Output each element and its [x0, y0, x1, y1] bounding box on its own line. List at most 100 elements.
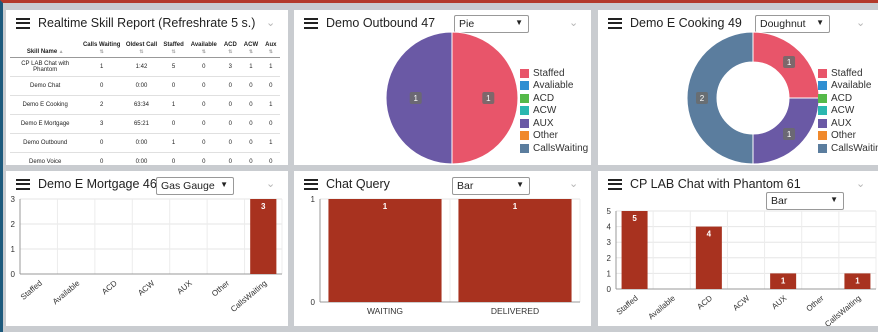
bar-value-label: 5	[632, 214, 637, 223]
y-tick-label: 5	[607, 207, 612, 216]
y-tick-label: 0	[11, 270, 16, 279]
table-row: Demo Voice 0 0:00 0 0 0 0 0	[10, 152, 280, 165]
table-cell: 0	[187, 152, 221, 165]
legend-label: Avaliable	[533, 80, 574, 92]
table-cell: 0	[240, 133, 262, 153]
table-row: Demo E Mortgage 3 65:21 0 0 0 0 0	[10, 114, 280, 134]
bar-value-label: 1	[855, 276, 860, 285]
bar-value-label: 1	[781, 276, 786, 285]
y-tick-label: 3	[11, 195, 16, 204]
legend-item[interactable]: Available	[818, 80, 878, 93]
table-cell: 0:00	[123, 76, 160, 96]
legend-swatch	[520, 131, 529, 141]
y-tick-label: 0	[607, 285, 612, 294]
table-cell: 0	[261, 152, 280, 165]
table-cell: 1	[80, 57, 124, 77]
bar[interactable]	[328, 199, 442, 302]
column-header[interactable]: Aux ⇅	[261, 40, 280, 58]
data-label: 1	[413, 94, 418, 103]
column-header[interactable]: Available ⇅	[187, 40, 221, 58]
table-cell: 0	[187, 114, 221, 134]
legend-item[interactable]: Other	[818, 130, 878, 143]
data-label: 2	[700, 94, 705, 103]
sort-icon: ⇅	[201, 48, 206, 55]
phantom-panel: CP LAB Chat with Phantom 61 Bar ▼ ⌄ 0123…	[598, 171, 878, 326]
x-tick-label: WAITING	[367, 306, 403, 316]
legend-item[interactable]: ACD	[818, 92, 878, 105]
table-cell: Demo Outbound	[10, 133, 81, 153]
legend-item[interactable]: CallsWaiting	[818, 142, 878, 155]
column-header[interactable]: ACW ⇅	[240, 40, 262, 58]
x-tick-label: ACW	[731, 293, 751, 312]
table-cell: 0	[80, 152, 124, 165]
bar[interactable]	[458, 199, 572, 302]
legend-item[interactable]: CallsWaiting	[520, 142, 588, 155]
legend-label: AUX	[831, 117, 852, 129]
sort-icon: ⇅	[99, 48, 104, 55]
x-tick-label: DELIVERED	[491, 306, 539, 316]
bar-value-label: 1	[383, 202, 388, 211]
x-tick-label: AUX	[175, 278, 194, 296]
table-cell: 0	[240, 76, 262, 96]
table-row: Demo Chat 0 0:00 0 0 0 0 0	[10, 76, 280, 96]
sort-icon: ⇅	[268, 48, 273, 55]
sort-icon: ⇅	[171, 48, 176, 55]
legend-label: Staffed	[533, 67, 565, 79]
legend-label: ACW	[533, 105, 557, 117]
y-tick-label: 2	[607, 254, 612, 263]
table-cell: 0	[187, 133, 221, 153]
x-tick-label: Other	[804, 293, 825, 313]
table-cell: Demo Voice	[10, 152, 81, 165]
legend-item[interactable]: Staffed	[520, 67, 588, 80]
table-cell: CP LAB Chat with Phantom	[10, 57, 81, 77]
column-header[interactable]: Staffed ⇅	[159, 40, 188, 58]
mortgage-panel: Demo E Mortgage 46 Gas Gauge ▼ ⌄ 0 1 2 3 Sta…	[6, 171, 288, 326]
y-tick-label: 1	[311, 195, 316, 204]
x-tick-label: ACW	[136, 278, 156, 297]
legend-item[interactable]: Staffed	[818, 67, 878, 80]
legend-label: ACD	[831, 92, 853, 104]
data-label: 1	[486, 94, 491, 103]
table-cell: 0:00	[123, 152, 160, 165]
chevron-down-icon[interactable]: ⌄	[266, 18, 276, 29]
column-header[interactable]: Skill Name ▲	[10, 40, 81, 58]
table-cell: 0	[80, 133, 124, 153]
legend-swatch	[818, 143, 827, 153]
legend-swatch	[818, 68, 827, 78]
legend-label: CallsWaiting	[831, 142, 878, 154]
x-tick-label: CallsWaiting	[229, 279, 269, 314]
y-tick-label: 0	[311, 298, 316, 307]
legend-swatch	[818, 118, 827, 128]
column-header[interactable]: Calls Waiting ⇅	[80, 40, 124, 58]
legend-item[interactable]: Avaliable	[520, 80, 588, 93]
table-row: Demo Outbound 0 0:00 1 0 0 0 1	[10, 133, 280, 153]
panel-header: Realtime Skill Report (Refreshrate 5 s.)	[16, 16, 255, 30]
table-cell: 0	[220, 76, 241, 96]
table-cell: 0	[220, 133, 241, 153]
table-cell: 0	[159, 76, 188, 96]
x-tick-label: Available	[51, 278, 82, 306]
table-cell: 0:00	[123, 133, 160, 153]
menu-icon[interactable]	[16, 17, 30, 29]
table-cell: 0	[220, 152, 241, 165]
table-cell: 3	[220, 57, 241, 77]
legend-item[interactable]: Other	[520, 130, 588, 143]
legend-item[interactable]: ACD	[520, 92, 588, 105]
table-cell: 0	[261, 114, 280, 134]
column-header[interactable]: ACD ⇅	[220, 40, 241, 58]
x-tick-label: ACD	[100, 278, 119, 296]
table-cell: Demo Chat	[10, 76, 81, 96]
legend-item[interactable]: AUX	[818, 117, 878, 130]
legend-item[interactable]: ACW	[818, 105, 878, 118]
data-label: 1	[787, 58, 792, 67]
y-tick-label: 1	[11, 245, 16, 254]
sort-icon: ⇅	[228, 48, 233, 55]
y-tick-label: 4	[607, 223, 612, 232]
x-tick-label: Staffed	[615, 294, 640, 317]
legend-item[interactable]: AUX	[520, 117, 588, 130]
panel-title: Realtime Skill Report (Refreshrate 5 s.)	[38, 16, 256, 30]
column-header[interactable]: Oldest Call ⇅	[123, 40, 160, 58]
table-cell: 63:34	[123, 95, 160, 115]
table-cell: 0	[240, 152, 262, 165]
legend-item[interactable]: ACW	[520, 105, 588, 118]
